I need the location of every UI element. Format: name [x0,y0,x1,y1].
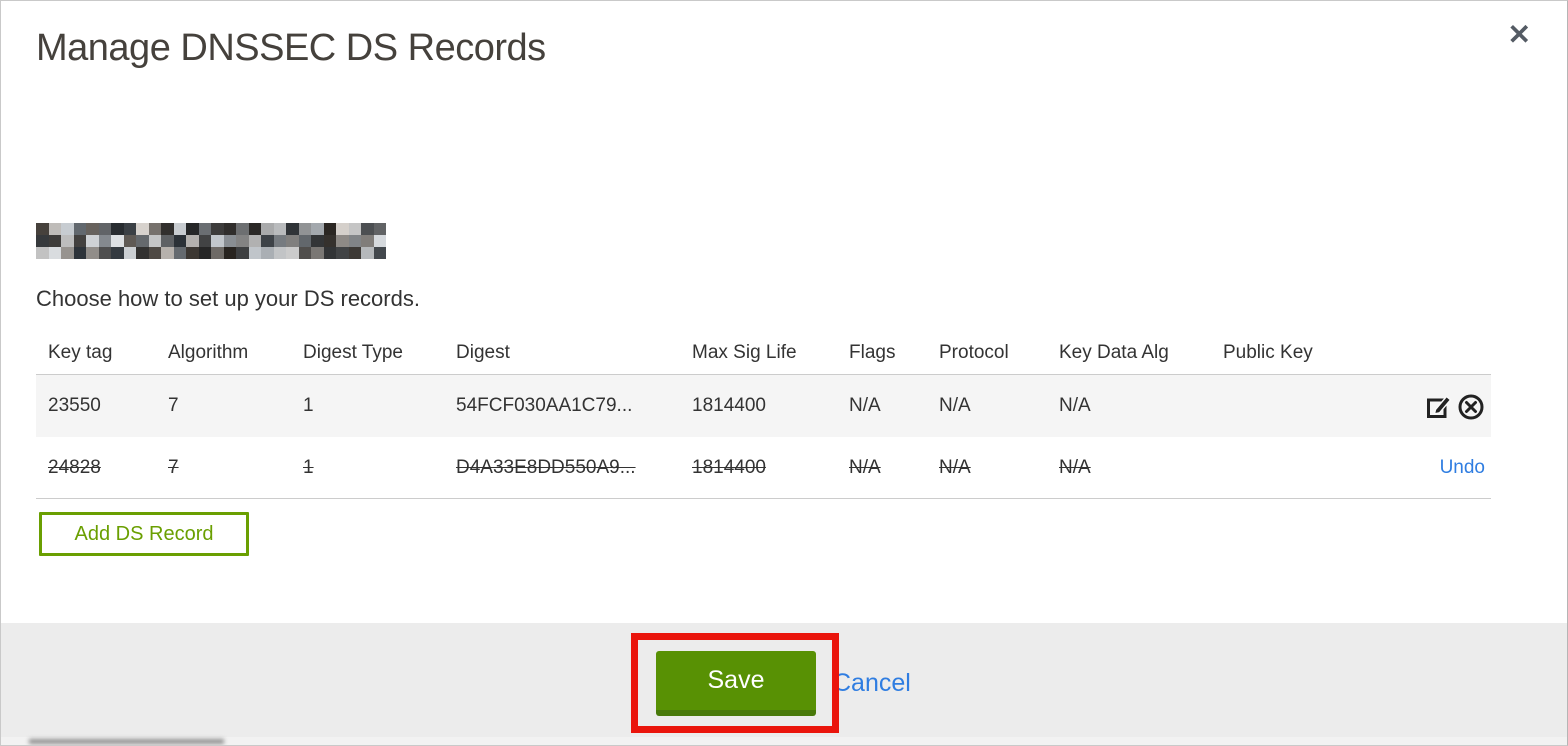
cell-flags: N/A [849,456,881,478]
cell-digest: 54FCF030AA1C79... [456,395,633,416]
page-title: Manage DNSSEC DS Records [36,27,546,69]
cell-protocol: N/A [939,456,971,478]
redacted-domain-name [36,223,386,259]
cell-flags: N/A [849,395,881,416]
page-behind-modal-strip [1,737,1567,745]
add-ds-record-button[interactable]: Add DS Record [39,512,249,556]
cell-algorithm: 7 [168,395,179,416]
table-header-row: Key tag Algorithm Digest Type Digest Max… [36,331,1491,375]
col-header-key-data-alg: Key Data Alg [1059,341,1169,363]
manage-dnssec-ds-records-dialog: Manage DNSSEC DS Records ✕ Choose how to… [0,0,1568,746]
col-header-public-key: Public Key [1223,341,1313,363]
edit-icon[interactable] [1425,392,1453,420]
undo-link[interactable]: Undo [1440,457,1485,479]
col-header-key-tag: Key tag [48,341,113,363]
cell-max-sig-life: 1814400 [692,456,766,478]
cell-digest: D4A33E8DD550A9... [456,456,636,478]
cell-key-tag: 24828 [48,456,101,478]
col-header-digest: Digest [456,341,510,363]
table-row: 23550 7 1 54FCF030AA1C79... 1814400 N/A … [36,375,1491,437]
close-icon[interactable]: ✕ [1508,21,1531,49]
col-header-flags: Flags [849,341,896,363]
cell-key-data-alg: N/A [1059,395,1091,416]
cell-protocol: N/A [939,395,971,416]
cell-digest-type: 1 [303,395,314,416]
col-header-protocol: Protocol [939,341,1009,363]
row-actions [1351,392,1491,420]
col-header-max-sig-life: Max Sig Life [692,341,797,363]
subtitle: Choose how to set up your DS records. [36,286,420,311]
remove-icon[interactable] [1457,392,1485,420]
col-header-digest-type: Digest Type [303,341,403,363]
cell-algorithm: 7 [168,456,179,478]
cell-digest-type: 1 [303,456,314,478]
cell-key-data-alg: N/A [1059,456,1091,478]
save-button[interactable]: Save [656,651,816,716]
cell-max-sig-life: 1814400 [692,395,766,416]
cell-key-tag: 23550 [48,395,101,416]
col-header-algorithm: Algorithm [168,341,249,363]
table-row-deleted: 24828 7 1 D4A33E8DD550A9... 1814400 N/A … [36,437,1491,499]
blurred-background-content [29,739,224,744]
cancel-link[interactable]: Cancel [833,669,911,698]
ds-records-table: Key tag Algorithm Digest Type Digest Max… [36,331,1491,499]
